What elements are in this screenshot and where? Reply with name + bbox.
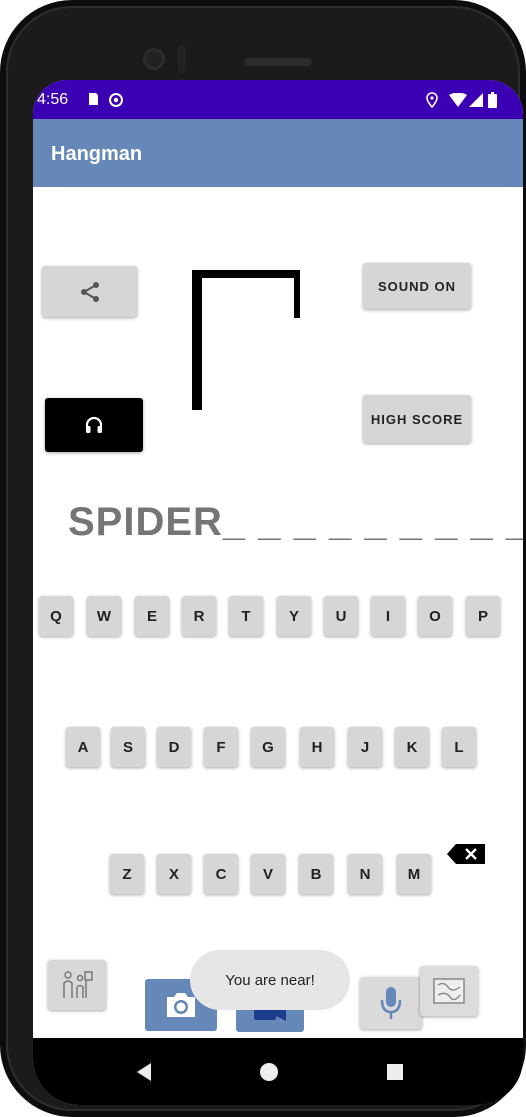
proximity-sensor — [178, 45, 186, 73]
status-bar: 4:56 — [33, 80, 523, 119]
status-time: 4:56 — [37, 91, 69, 108]
key-g[interactable]: G — [251, 727, 285, 767]
hangman-gallows — [192, 270, 300, 410]
key-s[interactable]: S — [111, 727, 145, 767]
toast-text: You are near! — [225, 971, 315, 989]
key-y[interactable]: Y — [277, 596, 311, 636]
share-icon — [80, 281, 99, 302]
location-icon — [426, 92, 438, 108]
high-score-label: HIGH SCORE — [370, 411, 464, 427]
signal-icon — [469, 93, 483, 107]
key-n[interactable]: N — [348, 854, 382, 894]
key-l[interactable]: L — [442, 727, 476, 767]
key-j[interactable]: J — [348, 727, 382, 767]
headphones-icon — [85, 416, 103, 433]
key-h[interactable]: H — [300, 727, 334, 767]
key-o[interactable]: O — [418, 596, 452, 636]
battery-icon — [488, 92, 497, 108]
key-k[interactable]: K — [395, 727, 429, 767]
screen: 4:56 Hangman SOUND ON HIGH SCORE SPIDER_… — [33, 80, 523, 1105]
key-x[interactable]: X — [157, 854, 191, 894]
earpiece-speaker — [244, 58, 312, 66]
key-a[interactable]: A — [66, 727, 100, 767]
phone-frame: 4:56 Hangman SOUND ON HIGH SCORE SPIDER_… — [0, 0, 526, 1117]
key-m[interactable]: M — [397, 854, 431, 894]
key-z[interactable]: Z — [110, 854, 144, 894]
sync-icon — [109, 93, 123, 107]
family-icon — [63, 971, 93, 998]
key-w[interactable]: W — [87, 596, 121, 636]
key-q[interactable]: Q — [39, 596, 73, 636]
map-button[interactable] — [420, 966, 478, 1016]
key-t[interactable]: T — [229, 596, 263, 636]
map-icon — [433, 978, 465, 1004]
share-button[interactable] — [42, 266, 137, 317]
key-v[interactable]: V — [251, 854, 285, 894]
microphone-button[interactable] — [360, 977, 422, 1029]
key-i[interactable]: I — [371, 596, 405, 636]
key-p[interactable]: P — [466, 596, 500, 636]
key-u[interactable]: U — [324, 596, 358, 636]
navigation-bar — [33, 1038, 523, 1105]
front-camera — [143, 48, 165, 70]
sd-card-icon — [89, 93, 98, 105]
sound-button-label: SOUND ON — [377, 278, 457, 294]
key-c[interactable]: C — [204, 854, 238, 894]
home-nav-icon[interactable] — [259, 1062, 279, 1082]
key-f[interactable]: F — [204, 727, 238, 767]
word-display: SPIDER_ _ _ _ _ _ _ _ _ — [68, 500, 523, 544]
toast-message: You are near! — [190, 950, 350, 1010]
recents-nav-icon[interactable] — [386, 1063, 404, 1081]
back-nav-icon[interactable] — [135, 1062, 153, 1082]
key-r[interactable]: R — [182, 596, 216, 636]
backspace-icon — [447, 844, 485, 864]
key-d[interactable]: D — [157, 727, 191, 767]
family-button[interactable] — [48, 960, 106, 1010]
backspace-key[interactable] — [446, 841, 488, 867]
high-score-button[interactable]: HIGH SCORE — [363, 395, 471, 443]
wifi-icon — [449, 93, 467, 107]
app-title: Hangman — [51, 143, 143, 165]
app-bar: Hangman — [33, 119, 523, 187]
headphones-button[interactable] — [45, 398, 143, 452]
key-b[interactable]: B — [299, 854, 333, 894]
sound-toggle-button[interactable]: SOUND ON — [363, 263, 471, 309]
microphone-icon — [380, 987, 402, 1019]
key-e[interactable]: E — [135, 596, 169, 636]
